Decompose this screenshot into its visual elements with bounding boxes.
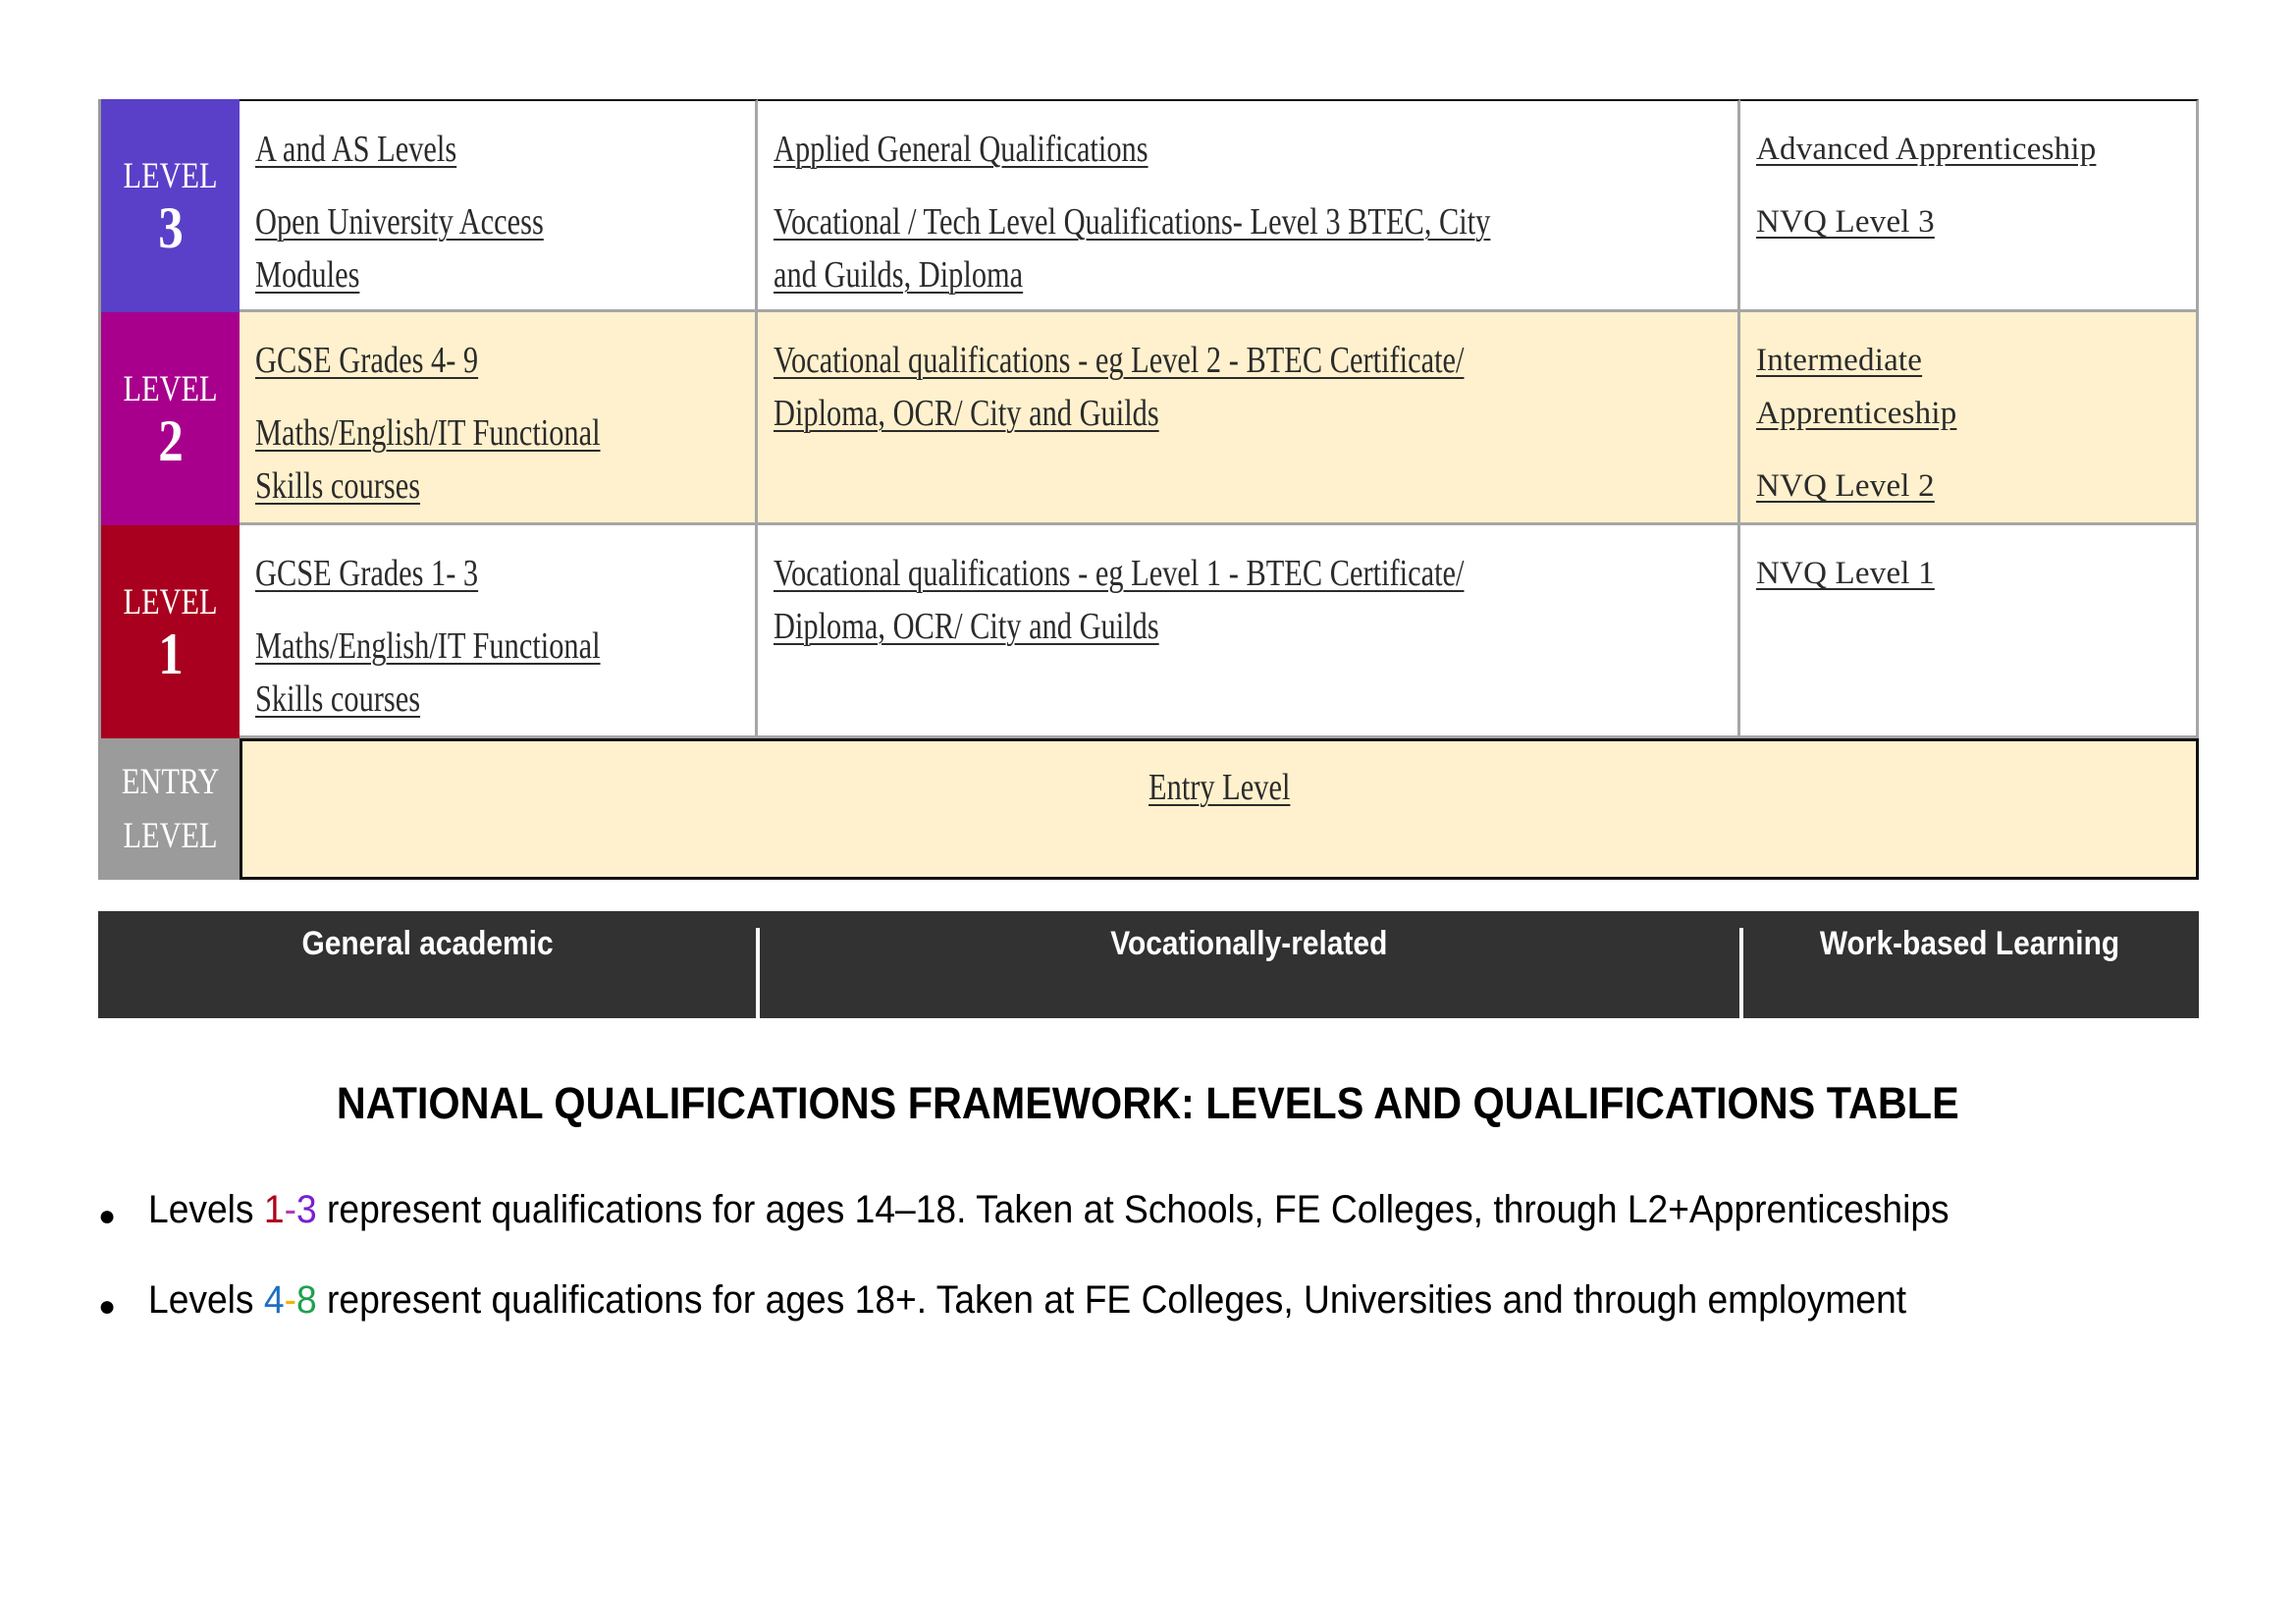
link-nvq-level-3[interactable]: NVQ Level 3 (1756, 195, 2196, 248)
level-number: 1 (157, 621, 184, 686)
work-based-cell: Advanced Apprenticeship NVQ Level 3 (1740, 99, 2199, 312)
link-text[interactable]: Skills courses (255, 460, 655, 513)
link-text[interactable]: Vocational qualifications - eg Level 1 -… (774, 547, 1545, 600)
link-text[interactable]: Maths/English/IT Functional (255, 406, 655, 460)
range-start: 1 (263, 1188, 285, 1231)
level-word: LEVEL (123, 816, 218, 856)
link-text[interactable]: Skills courses (255, 673, 655, 726)
link-text[interactable]: NVQ Level 1 (1756, 547, 2196, 600)
pathway-work-based-learning: Work-based Learning (1740, 911, 2199, 1018)
general-academic-cell: GCSE Grades 4- 9 Maths/English/IT Functi… (240, 312, 758, 525)
bullet-item: ● Levels 1-3 represent qualifications fo… (98, 1178, 2258, 1269)
work-based-cell: NVQ Level 1 (1740, 525, 2199, 738)
table-row-entry-level: ENTRY LEVEL Entry Level (98, 738, 2199, 880)
bullet-list: ● Levels 1-3 represent qualifications fo… (98, 1178, 2258, 1359)
entry-level-label: ENTRY LEVEL (98, 738, 240, 880)
link-text[interactable]: Entry Level (1148, 761, 1290, 814)
entry-level-cell: Entry Level (240, 738, 2199, 880)
link-text[interactable]: Vocational / Tech Level Qualifications- … (774, 195, 1545, 248)
pathway-label: Vocationally-related (1110, 925, 1388, 962)
pathway-vocationally-related: Vocationally-related (758, 911, 1740, 1018)
page-title: NATIONAL QUALIFICATIONS FRAMEWORK: LEVEL… (0, 1078, 2296, 1129)
link-text[interactable]: Applied General Qualifications (774, 123, 1545, 176)
bullet-prefix: Levels (148, 1188, 264, 1231)
qualifications-table: LEVEL 3 A and AS Levels Open University … (98, 99, 2199, 880)
link-open-university-access[interactable]: Open University Access Modules (255, 195, 755, 301)
vocational-cell: Applied General Qualifications Vocationa… (758, 99, 1740, 312)
title-text: NATIONAL QUALIFICATIONS FRAMEWORK: LEVEL… (337, 1078, 1959, 1128)
range-separator: - (284, 1278, 296, 1322)
link-gcse-1-3[interactable]: GCSE Grades 1- 3 (255, 547, 755, 600)
range-end: 3 (295, 1188, 317, 1231)
table-row-level-2: LEVEL 2 GCSE Grades 4- 9 Maths/English/I… (98, 312, 2199, 525)
link-text[interactable]: Diploma, OCR/ City and Guilds (774, 387, 1545, 440)
level-1-label: LEVEL 1 (98, 525, 240, 738)
level-number: 2 (157, 407, 184, 473)
link-text[interactable]: Vocational qualifications - eg Level 2 -… (774, 334, 1545, 387)
link-nvq-level-2[interactable]: NVQ Level 2 (1756, 460, 2196, 513)
link-text[interactable]: NVQ Level 3 (1756, 195, 2196, 248)
link-advanced-apprenticeship[interactable]: Advanced Apprenticeship (1756, 123, 2196, 176)
link-intermediate-apprenticeship[interactable]: Intermediate Apprenticeship (1756, 334, 2196, 440)
link-text[interactable]: Advanced Apprenticeship (1756, 123, 2196, 176)
link-text[interactable]: GCSE Grades 1- 3 (255, 547, 655, 600)
bullet-prefix: Levels (148, 1278, 264, 1322)
link-functional-skills[interactable]: Maths/English/IT Functional Skills course… (255, 406, 755, 513)
link-nvq-level-1[interactable]: NVQ Level 1 (1756, 547, 2196, 600)
general-academic-cell: A and AS Levels Open University Access Mo… (240, 99, 758, 312)
range-end: 8 (295, 1278, 317, 1322)
bullet-item: ● Levels 4-8 represent qualifications fo… (98, 1269, 2258, 1359)
link-text[interactable]: Apprenticeship (1756, 387, 2196, 440)
level-number: 3 (157, 194, 184, 260)
entry-word: ENTRY (121, 762, 220, 802)
vocational-cell: Vocational qualifications - eg Level 2 -… (758, 312, 1740, 525)
pathway-label: Work-based Learning (1819, 925, 2120, 962)
pathway-legend-bar: General academic Vocationally-related Wo… (98, 911, 2199, 1018)
bullet-icon: ● (98, 1200, 117, 1232)
pathway-general-academic: General academic (98, 911, 758, 1018)
link-text[interactable]: A and AS Levels (255, 123, 655, 176)
link-applied-general[interactable]: Applied General Qualifications (774, 123, 1737, 176)
link-text[interactable]: Diploma, OCR/ City and Guilds (774, 600, 1545, 653)
bullet-icon: ● (98, 1290, 117, 1323)
link-a-and-as-levels[interactable]: A and AS Levels (255, 123, 755, 176)
link-text[interactable]: Intermediate (1756, 334, 2196, 387)
bullet-text: Levels 1-3 represent qualifications for … (148, 1188, 1949, 1232)
level-word: LEVEL (123, 155, 218, 196)
link-text[interactable]: Modules (255, 248, 655, 301)
range-start: 4 (263, 1278, 285, 1322)
bullet-text: Levels 4-8 represent qualifications for … (148, 1278, 1906, 1323)
bullet-suffix: represent qualifications for ages 14–18.… (316, 1188, 1949, 1231)
table-row-level-1: LEVEL 1 GCSE Grades 1- 3 Maths/English/I… (98, 525, 2199, 738)
link-text[interactable]: Open University Access (255, 195, 655, 248)
link-text[interactable]: and Guilds, Diploma (774, 248, 1545, 301)
level-word: LEVEL (123, 581, 218, 623)
link-vocational-tech-level[interactable]: Vocational / Tech Level Qualifications- … (774, 195, 1737, 301)
link-vocational-level-2[interactable]: Vocational qualifications - eg Level 2 -… (774, 334, 1737, 440)
pathway-label: General academic (301, 925, 555, 962)
level-word: LEVEL (123, 368, 218, 409)
link-entry-level[interactable]: Entry Level (1131, 767, 1308, 808)
link-vocational-level-1[interactable]: Vocational qualifications - eg Level 1 -… (774, 547, 1737, 653)
general-academic-cell: GCSE Grades 1- 3 Maths/English/IT Functi… (240, 525, 758, 738)
level-3-label: LEVEL 3 (98, 99, 240, 312)
level-2-label: LEVEL 2 (98, 312, 240, 525)
link-text[interactable]: Maths/English/IT Functional (255, 620, 655, 673)
vocational-cell: Vocational qualifications - eg Level 1 -… (758, 525, 1740, 738)
link-gcse-4-9[interactable]: GCSE Grades 4- 9 (255, 334, 755, 387)
range-separator: - (284, 1188, 296, 1231)
work-based-cell: Intermediate Apprenticeship NVQ Level 2 (1740, 312, 2199, 525)
bullet-suffix: represent qualifications for ages 18+. T… (316, 1278, 1907, 1322)
link-text[interactable]: GCSE Grades 4- 9 (255, 334, 655, 387)
link-functional-skills[interactable]: Maths/English/IT Functional Skills course… (255, 620, 755, 726)
link-text[interactable]: NVQ Level 2 (1756, 460, 2196, 513)
table-row-level-3: LEVEL 3 A and AS Levels Open University … (98, 99, 2199, 312)
